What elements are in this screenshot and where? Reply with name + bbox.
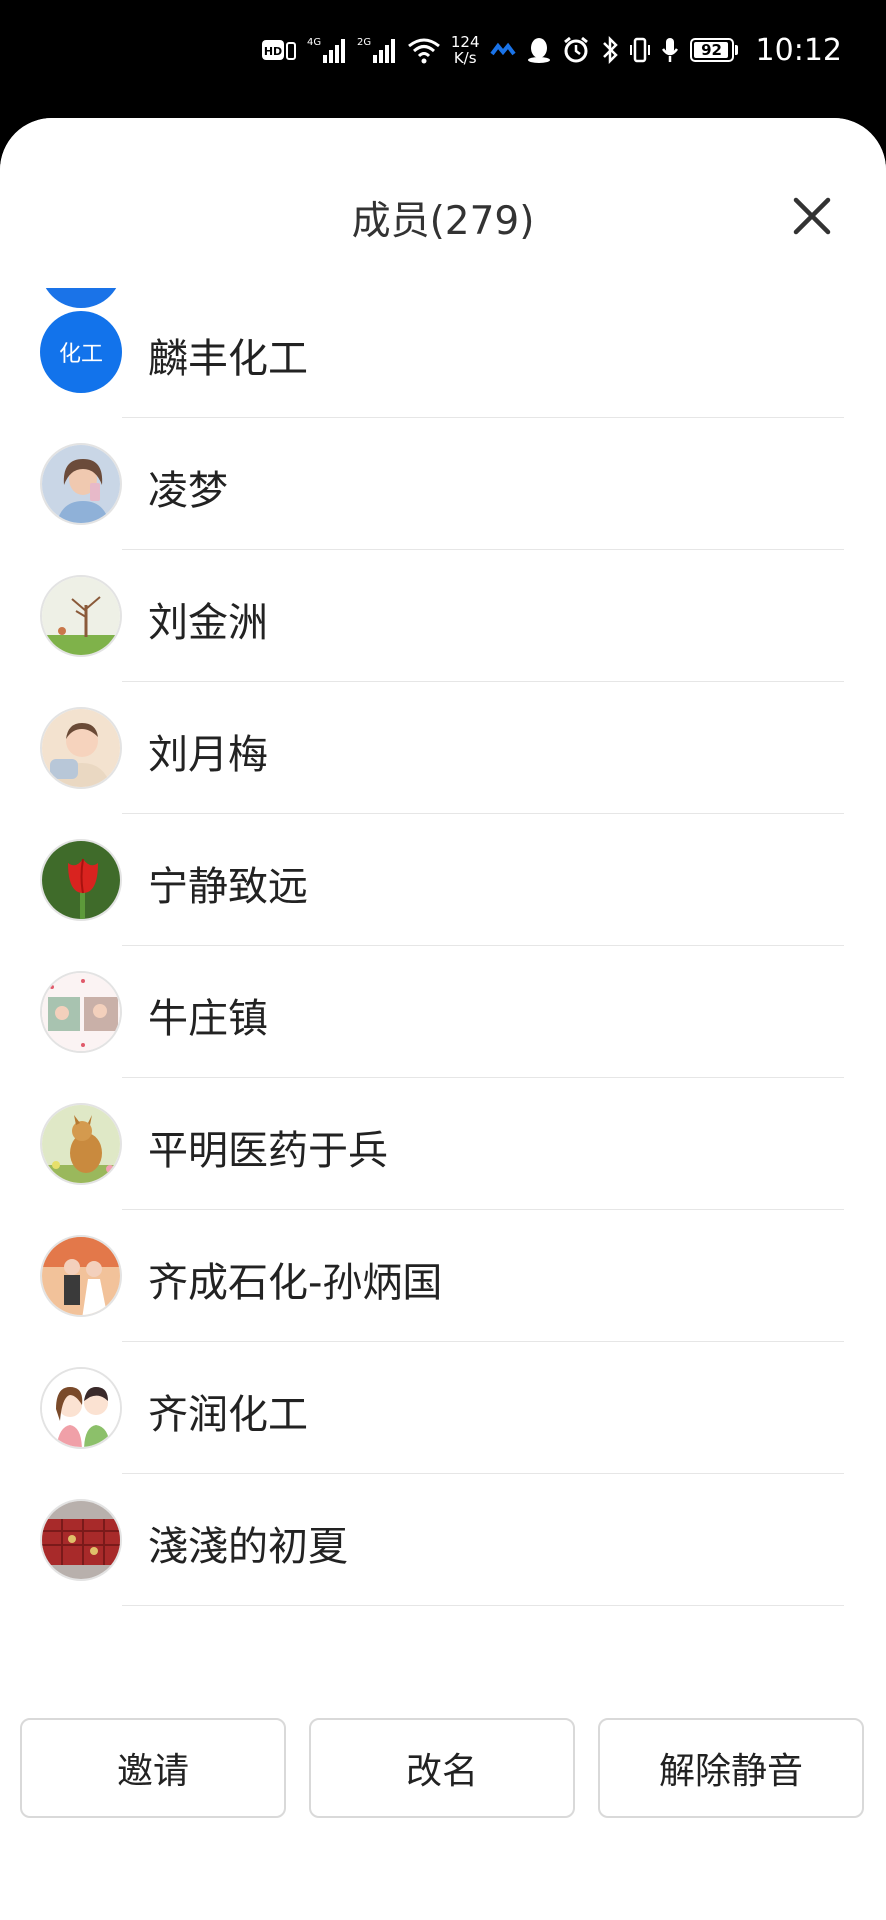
battery-icon: 92 — [689, 38, 738, 62]
signal-2g-icon: 2G — [357, 35, 397, 65]
member-name: 刘金洲 — [148, 600, 268, 646]
rename-button[interactable]: 改名 — [309, 1718, 575, 1818]
sheet-header: 成员(279) — [0, 118, 886, 288]
svg-text:HD: HD — [264, 45, 282, 58]
avatar: 化工 — [40, 311, 122, 393]
member-row[interactable]: 淺淺的初夏 — [0, 1474, 886, 1606]
member-row[interactable]: 平明医药于兵 — [0, 1078, 886, 1210]
member-name: 凌梦 — [148, 468, 228, 514]
avatar — [40, 443, 122, 525]
avatar — [40, 1103, 122, 1185]
alarm-icon — [562, 36, 590, 64]
member-row[interactable]: 齐成石化-孙炳国 — [0, 1210, 886, 1342]
close-icon[interactable] — [788, 192, 836, 240]
microphone-icon — [660, 35, 680, 65]
page-title: 成员(279) — [351, 199, 535, 244]
avatar — [40, 1499, 122, 1581]
member-name: 齐成石化-孙炳国 — [148, 1260, 443, 1306]
member-row[interactable]: 刘月梅 — [0, 682, 886, 814]
avatar — [40, 1367, 122, 1449]
member-name: 平明医药于兵 — [148, 1128, 388, 1174]
clock: 10:12 — [755, 32, 842, 68]
status-icons: HD 4G 2G 124 K/s 92 10:12 — [261, 30, 842, 70]
avatar — [40, 971, 122, 1053]
avatar — [40, 707, 122, 789]
avatar-text: 化工 — [58, 342, 103, 367]
network-speed: 124 K/s — [450, 33, 480, 67]
app-notification-icon — [489, 40, 516, 60]
action-bar: 邀请 改名 解除静音 — [0, 1718, 886, 1838]
hd-icon: HD — [261, 37, 297, 63]
member-row[interactable]: 牛庄镇 — [0, 946, 886, 1078]
member-name: 刘月梅 — [148, 732, 268, 778]
svg-text:4G: 4G — [307, 37, 321, 48]
wifi-icon — [407, 36, 441, 64]
member-row[interactable]: 宁静致远 — [0, 814, 886, 946]
member-name: 齐润化工 — [148, 1392, 308, 1438]
member-row[interactable]: 齐润化工 — [0, 1342, 886, 1474]
qq-icon — [526, 35, 552, 65]
invite-button[interactable]: 邀请 — [20, 1718, 286, 1818]
avatar — [40, 575, 122, 657]
member-row[interactable]: 刘金洲 — [0, 550, 886, 682]
signal-4g-icon: 4G — [307, 35, 347, 65]
member-row[interactable]: 凌梦 — [0, 418, 886, 550]
avatar — [40, 839, 122, 921]
status-bar: HD 4G 2G 124 K/s 92 10:12 — [0, 0, 886, 118]
member-name: 宁静致远 — [148, 864, 308, 910]
member-name: 牛庄镇 — [148, 996, 268, 1042]
divider — [122, 1605, 844, 1606]
close-button[interactable] — [788, 192, 836, 240]
vibrate-icon — [629, 35, 650, 65]
member-name: 麟丰化工 — [148, 336, 308, 382]
member-name: 淺淺的初夏 — [148, 1524, 348, 1570]
svg-text:2G: 2G — [357, 37, 371, 48]
member-row[interactable]: 化工 麟丰化工 — [0, 286, 886, 418]
bluetooth-icon — [600, 35, 620, 65]
avatar — [40, 1235, 122, 1317]
unmute-button[interactable]: 解除静音 — [598, 1718, 864, 1818]
battery-level: 92 — [701, 41, 722, 59]
members-sheet: 化工 麟丰化工 凌梦 刘金洲 刘月梅 宁静致远 牛庄镇 平明医药于兵 齐成石化-… — [0, 118, 886, 1920]
